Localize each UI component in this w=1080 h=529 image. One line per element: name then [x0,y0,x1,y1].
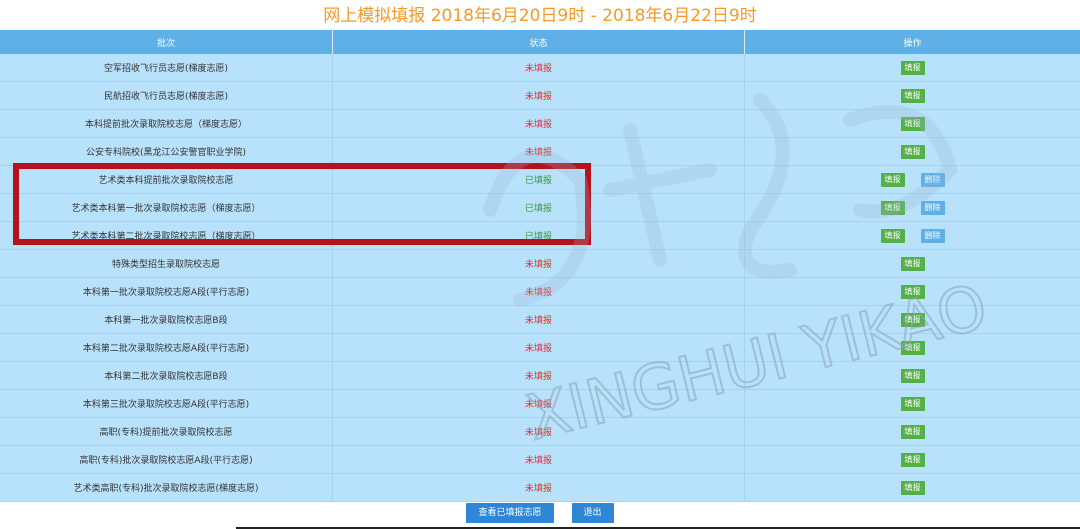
table-row: 空军招收飞行员志愿(梯度志愿) 未填报 填报 [0,54,1080,82]
table-row: 艺术类本科第一批次录取院校志愿（梯度志愿） 已填报 填报 删除 [0,194,1080,222]
status-text: 未填报 [333,306,745,333]
header-actions: 操作 [903,38,922,49]
delete-button[interactable]: 删除 [920,172,945,187]
fill-button[interactable]: 填报 [900,88,925,103]
fill-button[interactable]: 填报 [900,396,925,411]
batch-name: 本科第三批次录取院校志愿A段(平行志愿) [0,390,333,417]
batch-table: 批次 状态 操作 空军招收飞行员志愿(梯度志愿) 未填报 填报 民航招收飞行员志愿(梯… [0,30,1080,502]
row-actions: 填报 [745,250,1080,277]
row-actions: 填报 [745,82,1080,109]
row-actions: 填报 [745,334,1080,361]
fill-button[interactable]: 填报 [900,452,925,467]
row-actions: 填报 [745,278,1080,305]
table-row: 艺术类本科第二批次录取院校志愿（梯度志愿） 已填报 填报 删除 [0,222,1080,250]
row-actions: 填报 [745,446,1080,473]
exit-button[interactable]: 退出 [571,503,614,523]
fill-button[interactable]: 填报 [900,116,925,131]
fill-button[interactable]: 填报 [900,60,925,75]
status-text: 已填报 [333,194,745,221]
table-row: 本科第三批次录取院校志愿A段(平行志愿) 未填报 填报 [0,390,1080,418]
row-actions: 填报 [745,390,1080,417]
fill-button[interactable]: 填报 [900,340,925,355]
table-header: 批次 状态 操作 [0,30,1080,54]
row-actions: 填报 删除 [745,194,1080,221]
page-title: 网上模拟填报 2018年6月20日9时 - 2018年6月22日9时 [323,6,757,26]
batch-name: 艺术类本科提前批次录取院校志愿 [0,166,333,193]
fill-button[interactable]: 填报 [900,368,925,383]
table-row: 本科第一批次录取院校志愿A段(平行志愿) 未填报 填报 [0,278,1080,306]
view-filled-button[interactable]: 查看已填报志愿 [466,503,554,523]
batch-name: 本科第二批次录取院校志愿B段 [0,362,333,389]
status-text: 未填报 [333,334,745,361]
status-text: 未填报 [333,110,745,137]
status-text: 未填报 [333,250,745,277]
row-actions: 填报 [745,306,1080,333]
table-row: 本科第二批次录取院校志愿A段(平行志愿) 未填报 填报 [0,334,1080,362]
footer-actions: 查看已填报志愿 退出 [0,497,1080,529]
status-text: 未填报 [333,446,745,473]
batch-name: 高职(专科)提前批次录取院校志愿 [0,418,333,445]
status-text: 未填报 [333,418,745,445]
batch-name: 民航招收飞行员志愿(梯度志愿) [0,82,333,109]
status-text: 未填报 [333,278,745,305]
header-status: 状态 [333,30,745,54]
fill-button[interactable]: 填报 [900,144,925,159]
fill-button[interactable]: 填报 [900,284,925,299]
delete-button[interactable]: 删除 [920,200,945,215]
row-actions: 填报 [745,110,1080,137]
delete-button[interactable]: 删除 [920,228,945,243]
row-actions: 填报 [745,138,1080,165]
batch-name: 高职(专科)批次录取院校志愿A段(平行志愿) [0,446,333,473]
batch-name: 本科第二批次录取院校志愿A段(平行志愿) [0,334,333,361]
table-row: 本科第二批次录取院校志愿B段 未填报 填报 [0,362,1080,390]
table-body: 空军招收飞行员志愿(梯度志愿) 未填报 填报 民航招收飞行员志愿(梯度志愿) 未填报 填报… [0,54,1080,502]
row-actions: 填报 [745,54,1080,81]
table-row: 本科第一批次录取院校志愿B段 未填报 填报 [0,306,1080,334]
table-row: 本科提前批次录取院校志愿（梯度志愿） 未填报 填报 [0,110,1080,138]
row-actions: 填报 [745,418,1080,445]
fill-button[interactable]: 填报 [900,424,925,439]
status-text: 未填报 [333,82,745,109]
status-text: 已填报 [333,222,745,249]
table-row: 公安专科院校(黑龙江公安警官职业学院) 未填报 填报 [0,138,1080,166]
row-actions: 填报 [745,362,1080,389]
fill-button[interactable]: 填报 [880,172,905,187]
fill-button[interactable]: 填报 [900,256,925,271]
fill-button[interactable]: 填报 [900,312,925,327]
table-row: 民航招收飞行员志愿(梯度志愿) 未填报 填报 [0,82,1080,110]
batch-name: 本科第一批次录取院校志愿B段 [0,306,333,333]
status-text: 未填报 [333,362,745,389]
batch-name: 空军招收飞行员志愿(梯度志愿) [0,54,333,81]
fill-button[interactable]: 填报 [900,480,925,495]
row-actions: 填报 删除 [745,222,1080,249]
status-text: 未填报 [333,390,745,417]
status-text: 已填报 [333,166,745,193]
header-batch: 批次 [0,30,333,54]
status-text: 未填报 [333,54,745,81]
batch-name: 本科第一批次录取院校志愿A段(平行志愿) [0,278,333,305]
batch-name: 艺术类本科第一批次录取院校志愿（梯度志愿） [0,194,333,221]
status-text: 未填报 [333,138,745,165]
fill-button[interactable]: 填报 [880,200,905,215]
batch-name: 艺术类本科第二批次录取院校志愿（梯度志愿） [0,222,333,249]
batch-name: 特殊类型招生录取院校志愿 [0,250,333,277]
table-row: 艺术类本科提前批次录取院校志愿 已填报 填报 删除 [0,166,1080,194]
row-actions: 填报 删除 [745,166,1080,193]
batch-name: 公安专科院校(黑龙江公安警官职业学院) [0,138,333,165]
table-row: 高职(专科)提前批次录取院校志愿 未填报 填报 [0,418,1080,446]
table-row: 高职(专科)批次录取院校志愿A段(平行志愿) 未填报 填报 [0,446,1080,474]
table-row: 特殊类型招生录取院校志愿 未填报 填报 [0,250,1080,278]
fill-button[interactable]: 填报 [880,228,905,243]
batch-name: 本科提前批次录取院校志愿（梯度志愿） [0,110,333,137]
